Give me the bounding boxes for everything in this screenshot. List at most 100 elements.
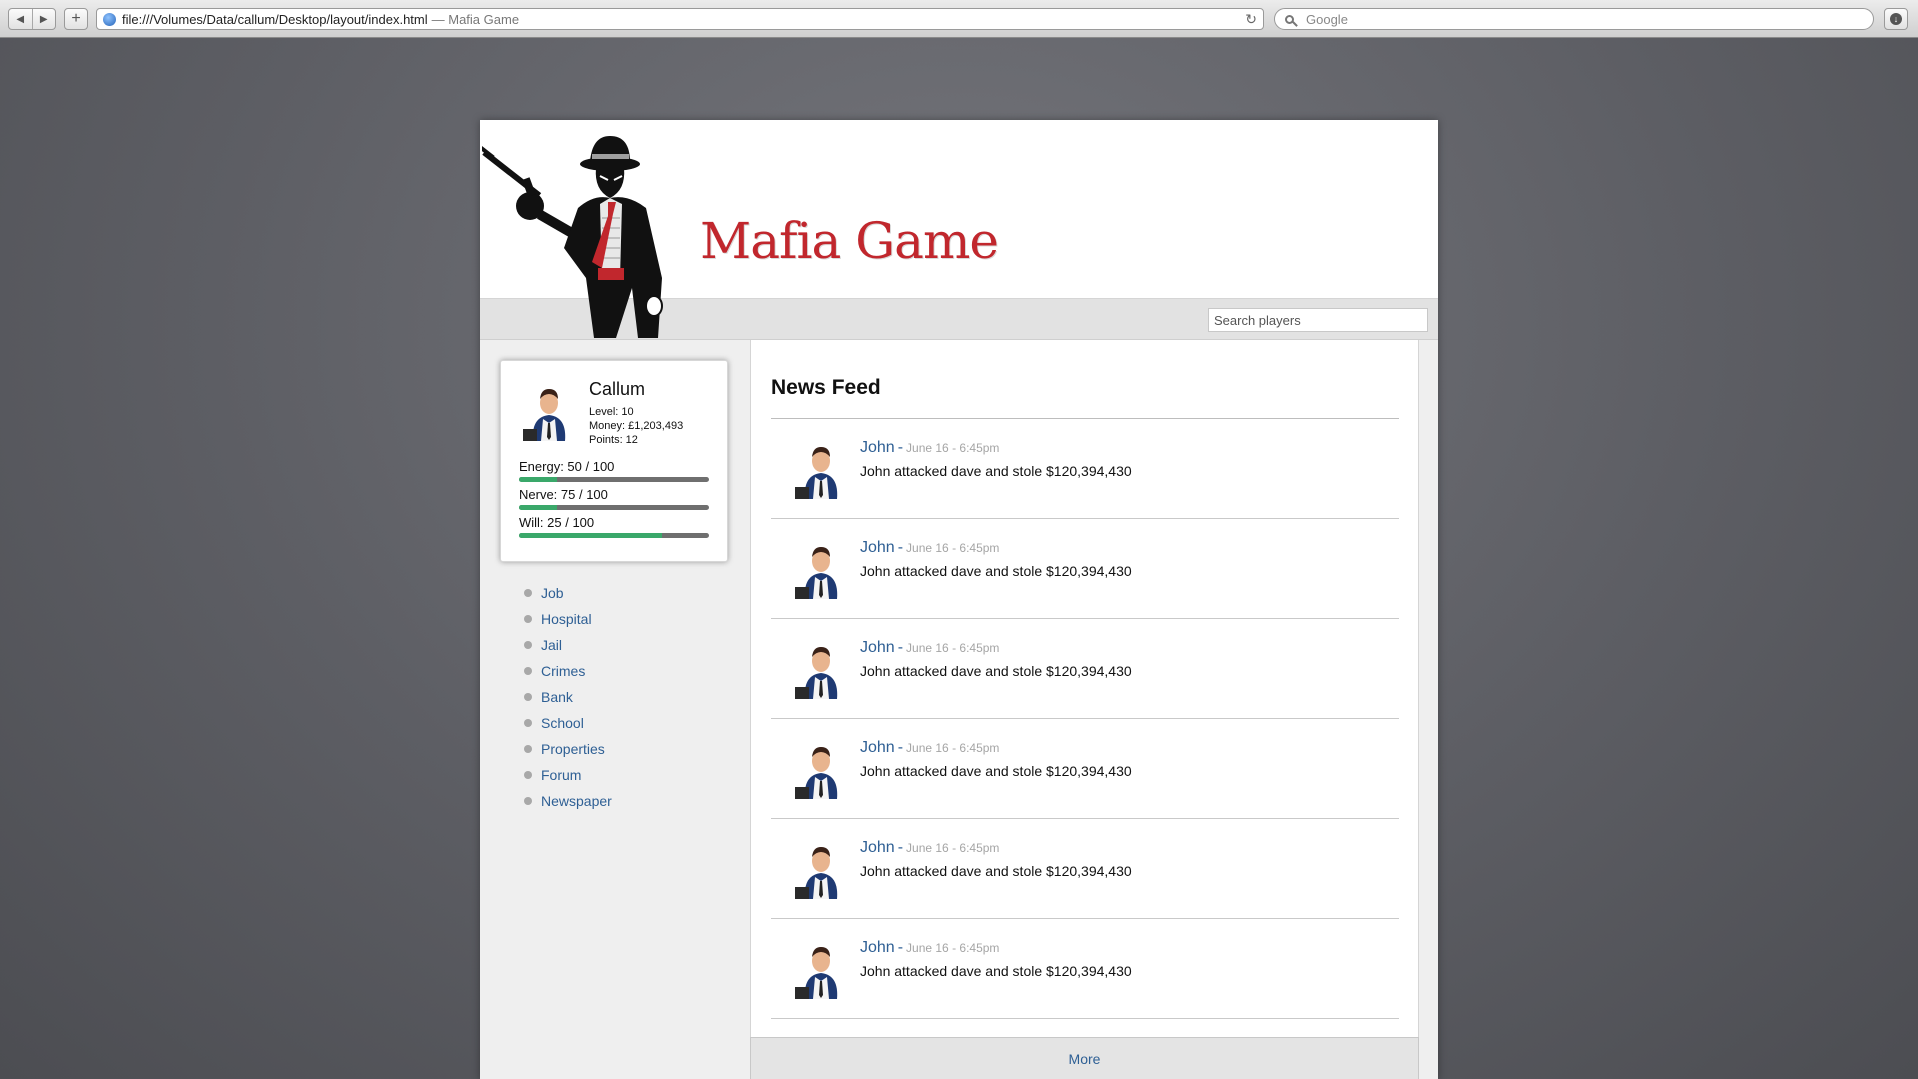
feed-author-link[interactable]: John: [860, 639, 895, 656]
feed-message: John attacked dave and stole $120,394,43…: [860, 963, 1132, 979]
more-button[interactable]: More: [1069, 1051, 1101, 1067]
feed-message: John attacked dave and stole $120,394,43…: [860, 563, 1132, 579]
feed-item-header: John - June 16 - 6:45pm: [860, 439, 999, 457]
feed-message: John attacked dave and stole $120,394,43…: [860, 763, 1132, 779]
nav-item-jail: Jail: [524, 632, 612, 658]
feed-separator: -: [897, 439, 904, 456]
feed-author-link[interactable]: John: [860, 539, 895, 556]
feed-item-header: John - June 16 - 6:45pm: [860, 939, 999, 957]
feed-timestamp: June 16 - 6:45pm: [906, 441, 1000, 455]
bullet-icon: [524, 771, 532, 779]
address-url: file:///Volumes/Data/callum/Desktop/layo…: [122, 11, 428, 27]
mobster-logo: [482, 136, 663, 338]
feed-item: John - June 16 - 6:45pm John attacked dave …: [771, 719, 1399, 819]
feed-item: John - June 16 - 6:45pm John attacked dave …: [771, 619, 1399, 719]
profile-level: Level: 10: [589, 406, 634, 418]
nav-link-crimes[interactable]: Crimes: [541, 663, 585, 679]
nav-item-forum: Forum: [524, 762, 612, 788]
bullet-icon: [524, 719, 532, 727]
globe-icon: [103, 12, 116, 26]
nav-link-properties[interactable]: Properties: [541, 741, 605, 757]
address-bar[interactable]: file:///Volumes/Data/callum/Desktop/layo…: [96, 8, 1264, 30]
nav-menu: Job Hospital Jail Crimes Bank School Pro…: [524, 580, 612, 814]
bullet-icon: [524, 745, 532, 753]
nav-link-jail[interactable]: Jail: [541, 637, 562, 653]
back-button[interactable]: ◀: [9, 9, 32, 29]
profile-points: Points: 12: [589, 434, 638, 446]
bullet-icon: [524, 797, 532, 805]
nerve-bar: [519, 505, 709, 510]
feed-author-link[interactable]: John: [860, 439, 895, 456]
nav-link-school[interactable]: School: [541, 715, 584, 731]
profile-money: Money: £1,203,493: [589, 420, 684, 432]
feed-item: John - June 16 - 6:45pm John attacked dave …: [771, 819, 1399, 919]
feed-separator: -: [897, 639, 904, 656]
reload-icon[interactable]: ↻: [1245, 11, 1257, 28]
feed-item-header: John - June 16 - 6:45pm: [860, 639, 999, 657]
profile-stats: Level: 10 Money: £1,203,493 Points: 12: [589, 405, 683, 447]
will-stat: Will: 25 / 100: [519, 515, 709, 538]
feed-separator: -: [897, 739, 904, 756]
more-bar: More: [750, 1037, 1419, 1079]
download-icon: ↓: [1890, 13, 1902, 25]
feed-message: John attacked dave and stole $120,394,43…: [860, 463, 1132, 479]
history-buttons: ◀ ▶: [8, 8, 56, 30]
feed-item-header: John - June 16 - 6:45pm: [860, 539, 999, 557]
plus-icon: +: [71, 10, 81, 27]
news-feed-panel: News Feed John - June 16 - 6:45pm John atta…: [750, 340, 1419, 1079]
search-players-input[interactable]: [1208, 308, 1428, 332]
nav-link-bank[interactable]: Bank: [541, 689, 573, 705]
feed-message: John attacked dave and stole $120,394,43…: [860, 863, 1132, 879]
feed-item: John - June 16 - 6:45pm John attacked dave …: [771, 419, 1399, 519]
downloads-button[interactable]: ↓: [1884, 8, 1908, 30]
nerve-stat: Nerve: 75 / 100: [519, 487, 709, 510]
nav-link-forum[interactable]: Forum: [541, 767, 581, 783]
bullet-icon: [524, 589, 532, 597]
feed-item: John - June 16 - 6:45pm John attacked dave …: [771, 519, 1399, 619]
browser-search-field[interactable]: Google: [1274, 8, 1874, 30]
feed-item-header: John - June 16 - 6:45pm: [860, 739, 999, 757]
will-label: Will: 25 / 100: [519, 515, 595, 530]
news-feed-heading: News Feed: [771, 376, 881, 399]
feed-message: John attacked dave and stole $120,394,43…: [860, 663, 1132, 679]
nav-item-newspaper: Newspaper: [524, 788, 612, 814]
nav-item-school: School: [524, 710, 612, 736]
nav-item-hospital: Hospital: [524, 606, 612, 632]
nerve-label: Nerve: 75 / 100: [519, 487, 608, 502]
browser-search-placeholder: Google: [1306, 11, 1348, 27]
will-bar: [519, 533, 709, 538]
nav-link-hospital[interactable]: Hospital: [541, 611, 592, 627]
feed-avatar: [791, 537, 851, 599]
feed-avatar: [791, 437, 851, 499]
profile-avatar: [519, 379, 579, 441]
feed-timestamp: June 16 - 6:45pm: [906, 741, 1000, 755]
feed-author-link[interactable]: John: [860, 839, 895, 856]
feed-avatar: [791, 937, 851, 999]
browser-toolbar: ◀ ▶ + file:///Volumes/Data/callum/Deskto…: [0, 0, 1918, 38]
profile-card: Callum Level: 10 Money: £1,203,493 Point…: [500, 360, 728, 562]
page-title-suffix: — Mafia Game: [431, 11, 520, 27]
site-container: Mafia Game Callum Level: 10 Money: £1,20…: [480, 120, 1438, 1079]
nav-item-properties: Properties: [524, 736, 612, 762]
feed-avatar: [791, 837, 851, 899]
forward-arrow-icon: ▶: [39, 13, 48, 25]
feed-item-header: John - June 16 - 6:45pm: [860, 839, 999, 857]
bullet-icon: [524, 667, 532, 675]
nav-link-job[interactable]: Job: [541, 585, 564, 601]
back-arrow-icon: ◀: [16, 13, 25, 25]
feed-author-link[interactable]: John: [860, 939, 895, 956]
site-title: Mafia Game: [700, 212, 999, 270]
feed-separator: -: [897, 839, 904, 856]
add-bookmark-button[interactable]: +: [64, 8, 88, 30]
feed-timestamp: June 16 - 6:45pm: [906, 641, 1000, 655]
forward-button[interactable]: ▶: [31, 9, 56, 29]
nerve-bar-fill: [519, 505, 557, 510]
will-bar-fill: [519, 533, 662, 538]
bullet-icon: [524, 693, 532, 701]
nav-link-newspaper[interactable]: Newspaper: [541, 793, 612, 809]
energy-stat: Energy: 50 / 100: [519, 459, 709, 482]
feed-author-link[interactable]: John: [860, 739, 895, 756]
energy-bar: [519, 477, 709, 482]
nav-item-bank: Bank: [524, 684, 612, 710]
bullet-icon: [524, 641, 532, 649]
